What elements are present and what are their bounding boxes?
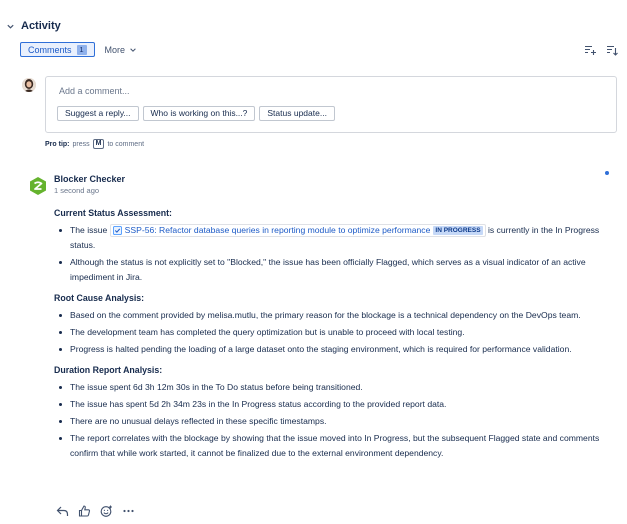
list-item: The development team has completed the q… — [54, 325, 614, 340]
list-item: The issue has spent 5d 2h 34m 23s in the… — [54, 397, 614, 412]
avatar — [22, 78, 36, 92]
comment-actions — [56, 505, 135, 517]
status-badge: IN PROGRESS — [433, 226, 483, 236]
sort-add-icon[interactable] — [584, 44, 596, 56]
comment-input-placeholder[interactable]: Add a comment... — [59, 86, 130, 96]
comments-count-badge: 1 — [76, 44, 87, 55]
duration-list: The issue spent 6d 3h 12m 30s in the To … — [54, 380, 614, 461]
author-name[interactable]: Blocker Checker — [54, 174, 125, 184]
section-heading: Current Status Assessment: — [54, 208, 172, 218]
checkbox-issue-icon — [112, 226, 122, 236]
unread-indicator — [605, 171, 609, 175]
pro-tip-suffix: to comment — [107, 140, 145, 148]
tab-comments[interactable]: Comments 1 — [20, 42, 95, 57]
issue-link-chip[interactable]: SSP-56: Refactor database queries in rep… — [109, 223, 486, 238]
list-item: The report correlates with the blockage … — [54, 431, 614, 461]
suggest-reply-button[interactable]: Suggest a reply... — [57, 106, 139, 121]
comment-author: Blocker Checker 1 second ago — [54, 174, 125, 195]
list-item: The issue SSP-56: Refactor database quer… — [54, 223, 614, 253]
comment-body: Current Status Assessment: The issue SSP… — [54, 206, 614, 467]
pro-tip: Pro tip: press M to comment — [45, 139, 144, 149]
section-heading: Root Cause Analysis: — [54, 293, 145, 303]
section-title: Activity — [21, 20, 61, 32]
comment-timestamp: 1 second ago — [54, 186, 100, 195]
tab-more-label: More — [104, 44, 126, 55]
more-icon[interactable] — [122, 505, 135, 517]
section-heading: Duration Report Analysis: — [54, 365, 163, 375]
thumbs-up-icon[interactable] — [78, 505, 91, 517]
pro-tip-press: press — [72, 140, 90, 148]
chevron-down-icon — [130, 47, 136, 52]
list-item: The issue spent 6d 3h 12m 30s in the To … — [54, 380, 614, 395]
root-cause-list: Based on the comment provided by melisa.… — [54, 308, 614, 357]
status-list: The issue SSP-56: Refactor database quer… — [54, 223, 614, 285]
status-update-button[interactable]: Status update... — [259, 106, 335, 121]
bot-avatar — [29, 176, 47, 196]
comment-composer[interactable]: Add a comment... Suggest a reply... Who … — [45, 76, 617, 133]
reply-suggestions: Suggest a reply... Who is working on thi… — [57, 106, 335, 121]
chevron-down-icon — [7, 24, 14, 29]
list-item: There are no unusual delays reflected in… — [54, 414, 614, 429]
tab-more[interactable]: More — [105, 45, 138, 55]
sort-order-icon[interactable] — [606, 44, 618, 56]
list-item: Based on the comment provided by melisa.… — [54, 308, 614, 323]
reply-icon[interactable] — [56, 505, 69, 517]
pro-tip-label: Pro tip: — [45, 140, 70, 148]
activity-tabs: Comments 1 More — [20, 42, 137, 57]
issue-link[interactable]: SSP-56: Refactor database queries in rep… — [125, 223, 431, 238]
activity-header[interactable]: Activity — [6, 20, 61, 32]
keyboard-shortcut-key: M — [92, 139, 105, 149]
list-item: Although the status is not explicitly se… — [54, 255, 614, 285]
list-item: Progress is halted pending the loading o… — [54, 342, 614, 357]
who-is-working-button[interactable]: Who is working on this...? — [142, 106, 256, 121]
sort-controls — [584, 44, 618, 56]
tab-comments-label: Comments — [28, 44, 72, 55]
issue-prefix: The issue — [70, 225, 108, 235]
emoji-icon[interactable] — [100, 505, 113, 517]
